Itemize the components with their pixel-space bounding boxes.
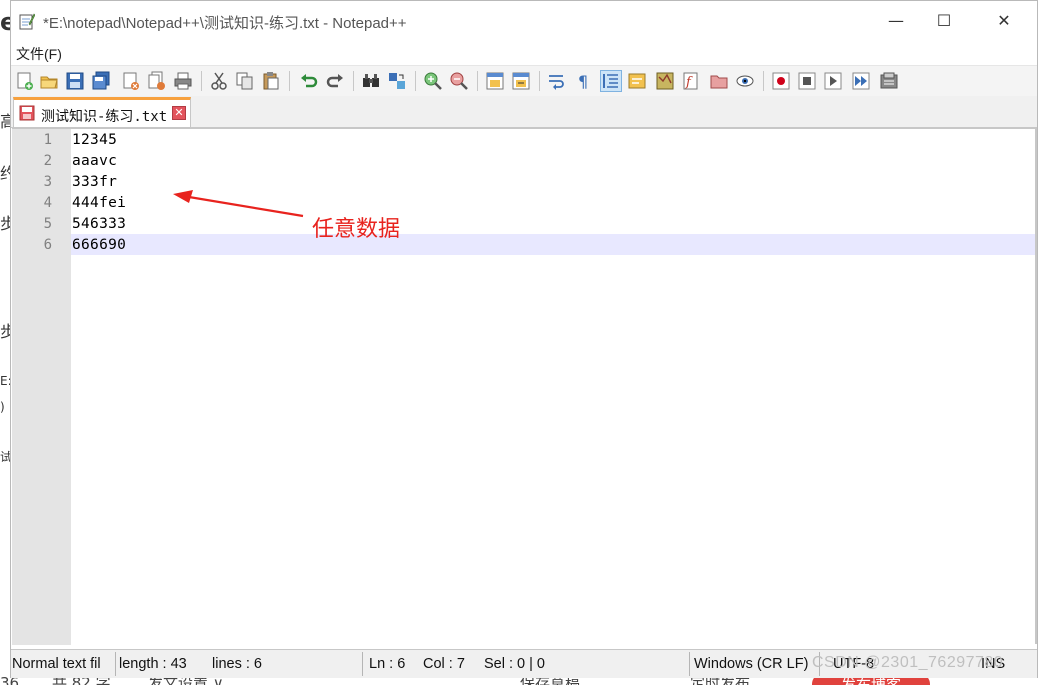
svg-text:¶: ¶ — [578, 72, 588, 91]
fold-margin — [70, 129, 71, 645]
maximize-button[interactable]: ☐ — [921, 5, 967, 37]
status-length: length : 43 — [119, 656, 187, 672]
indent-guide-icon[interactable] — [600, 70, 622, 92]
user-defined-language-icon[interactable] — [627, 71, 647, 91]
toolbar-separator — [763, 71, 764, 91]
toolbar: ¶ f — [11, 65, 1037, 97]
print-icon[interactable] — [173, 71, 193, 91]
word-wrap-icon[interactable] — [547, 71, 567, 91]
menu-file[interactable]: 文件(F) — [16, 44, 62, 64]
toolbar-separator — [201, 71, 202, 91]
title-bar[interactable]: *E:\notepad\Notepad++\测试知识-练习.txt - Note… — [11, 1, 1037, 41]
toolbar-separator — [477, 71, 478, 91]
close-button[interactable]: ✕ — [981, 5, 1027, 37]
line-number: 5 — [43, 216, 52, 232]
open-file-icon[interactable] — [39, 71, 59, 91]
function-list-icon[interactable]: f — [681, 71, 701, 91]
tab-current-file[interactable]: 测试知识-练习.txt ✕ — [13, 97, 191, 127]
save-all-icon[interactable] — [91, 71, 111, 91]
status-separator — [689, 652, 690, 676]
notepad-plus-plus-window: *E:\notepad\Notepad++\测试知识-练习.txt - Note… — [10, 0, 1038, 678]
tab-label: 测试知识-练习.txt — [41, 109, 168, 125]
status-separator — [115, 652, 116, 676]
toolbar-separator — [289, 71, 290, 91]
status-column: Col : 7 — [423, 656, 465, 672]
status-file-type: Normal text fil — [12, 656, 101, 672]
annotation-arrow — [173, 190, 304, 218]
folder-as-workspace-icon[interactable] — [709, 71, 729, 91]
text-line[interactable]: 546333 — [72, 216, 126, 232]
status-selection: Sel : 0 | 0 — [484, 656, 545, 672]
csdn-watermark: CSDN @2301_76297780 — [812, 654, 1004, 671]
sync-horizontal-icon[interactable] — [511, 71, 531, 91]
window-title: *E:\notepad\Notepad++\测试知识-练习.txt - Note… — [43, 15, 407, 32]
line-number: 6 — [43, 237, 52, 253]
replace-icon[interactable] — [387, 71, 407, 91]
status-lines: lines : 6 — [212, 656, 262, 672]
status-eol[interactable]: Windows (CR LF) — [694, 650, 808, 678]
zoom-out-icon[interactable] — [449, 71, 469, 91]
document-map-icon[interactable] — [655, 71, 675, 91]
text-line[interactable]: 12345 — [72, 132, 117, 148]
editor-area[interactable]: 1 2 3 4 5 6 12345 aaavc 333fr 444fei 546… — [12, 128, 1035, 645]
toolbar-separator — [353, 71, 354, 91]
unsaved-file-icon — [19, 105, 35, 121]
stop-recording-icon[interactable] — [797, 71, 817, 91]
line-number: 1 — [43, 132, 52, 148]
line-number: 3 — [43, 174, 52, 190]
redo-icon[interactable] — [325, 71, 345, 91]
record-macro-icon[interactable] — [771, 71, 791, 91]
status-line-number: Ln : 6 — [369, 656, 406, 672]
minimize-button[interactable]: — — [873, 5, 919, 37]
save-macro-icon[interactable] — [879, 71, 899, 91]
find-icon[interactable] — [361, 71, 381, 91]
new-file-icon[interactable] — [15, 71, 35, 91]
notepad-app-icon — [19, 13, 35, 30]
tab-close-button[interactable]: ✕ — [172, 106, 186, 120]
editor-right-border — [1035, 128, 1037, 644]
current-line-highlight — [71, 234, 1035, 255]
close-file-icon[interactable] — [121, 71, 141, 91]
toolbar-separator — [539, 71, 540, 91]
cut-icon[interactable] — [209, 71, 229, 91]
save-icon[interactable] — [65, 71, 85, 91]
line-number: 4 — [43, 195, 52, 211]
annotation-label: 任意数据 — [312, 217, 401, 242]
sync-vertical-icon[interactable] — [485, 71, 505, 91]
paste-icon[interactable] — [261, 71, 281, 91]
tab-bar: 测试知识-练习.txt ✕ — [11, 96, 1037, 128]
background-text: ) — [0, 400, 5, 414]
undo-icon[interactable] — [299, 71, 319, 91]
playback-macro-icon[interactable] — [823, 71, 843, 91]
run-macro-multiple-icon[interactable] — [851, 71, 871, 91]
show-all-characters-icon[interactable]: ¶ — [573, 71, 593, 91]
monitoring-eye-icon[interactable] — [735, 71, 755, 91]
text-line[interactable]: 444fei — [72, 195, 126, 211]
menu-bar: 文件(F) — [11, 41, 1037, 65]
zoom-in-icon[interactable] — [423, 71, 443, 91]
text-line[interactable]: aaavc — [72, 153, 117, 169]
close-all-icon[interactable] — [147, 71, 167, 91]
line-number: 2 — [43, 153, 52, 169]
text-line[interactable]: 333fr — [72, 174, 117, 190]
toolbar-separator — [415, 71, 416, 91]
text-line[interactable]: 666690 — [72, 237, 126, 253]
status-separator — [362, 652, 363, 676]
copy-icon[interactable] — [235, 71, 255, 91]
